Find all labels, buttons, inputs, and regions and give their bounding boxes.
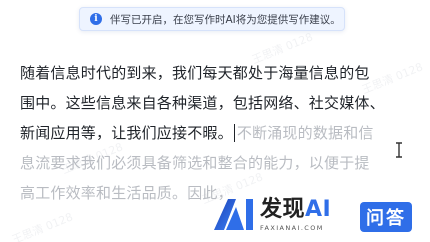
editor-line: 新闻应用等，让我们应接不暇。 不断涌现的数据和信 bbox=[20, 118, 416, 148]
toast-message: 伴写已开启，在您写作时AI将为您提供写作建议。 bbox=[110, 13, 341, 26]
brand-domain: FAXIANAI.COM bbox=[260, 224, 324, 232]
ai-suggestion-text[interactable]: 不断涌现的数据和信 bbox=[237, 118, 374, 148]
info-icon: i bbox=[90, 13, 102, 25]
writing-assistant-toast: i 伴写已开启，在您写作时AI将为您提供写作建议。 bbox=[79, 7, 345, 31]
brand-name: 发现AI bbox=[260, 197, 331, 223]
text-cursor-icon bbox=[396, 142, 402, 158]
brand-wordmark: 发现AI FAXIANAI.COM bbox=[260, 197, 331, 232]
qa-badge: 问答 bbox=[360, 202, 412, 232]
ai-suggestion-text[interactable]: 高工作效率和生活品质。因此， bbox=[20, 178, 233, 208]
editor-line: 围中。这些信息来自各种渠道，包括网络、社交媒体、 bbox=[20, 88, 416, 118]
editor-line: 息流要求我们必须具备筛选和整合的能力，以便于提 bbox=[20, 148, 416, 178]
typed-text: 围中。这些信息来自各种渠道，包括网络、社交媒体、 bbox=[20, 94, 385, 112]
brand-name-prefix: 发现 bbox=[260, 197, 306, 222]
editor-line: 随着信息时代的到来，我们每天都处于海量信息的包 bbox=[20, 58, 416, 88]
text-editor[interactable]: 随着信息时代的到来，我们每天都处于海量信息的包 围中。这些信息来自各种渠道，包括… bbox=[20, 58, 416, 208]
brand-logo: 发现AI FAXIANAI.COM bbox=[212, 197, 331, 232]
text-caret bbox=[233, 124, 235, 142]
brand-mark-icon bbox=[214, 199, 253, 230]
watermark-text: 王思清 0128 bbox=[10, 210, 75, 242]
brand-name-ai: AI bbox=[305, 197, 332, 222]
ai-suggestion-text[interactable]: 息流要求我们必须具备筛选和整合的能力，以便于提 bbox=[20, 148, 370, 178]
typed-text: 随着信息时代的到来，我们每天都处于海量信息的包 bbox=[20, 64, 370, 82]
typed-text: 新闻应用等，让我们应接不暇。 bbox=[20, 124, 233, 142]
